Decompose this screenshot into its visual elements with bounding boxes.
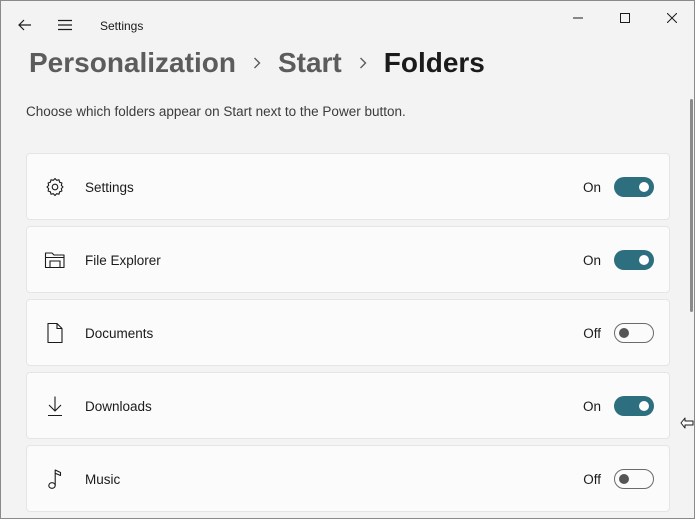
- breadcrumb-personalization[interactable]: Personalization: [29, 47, 236, 79]
- toggle-knob: [619, 328, 629, 338]
- title-bar: Settings: [1, 1, 694, 49]
- toggle-knob: [619, 474, 629, 484]
- toggle-state-label: Off: [583, 326, 601, 341]
- settings-window: Settings Personalization Start Folders C…: [0, 0, 695, 519]
- folder-row-music: Music Off: [26, 445, 670, 512]
- downloads-toggle[interactable]: [614, 396, 654, 416]
- close-button[interactable]: [649, 1, 694, 35]
- folder-row-documents: Documents Off: [26, 299, 670, 366]
- chevron-right-icon: [253, 57, 261, 69]
- file-explorer-toggle[interactable]: [614, 250, 654, 270]
- folder-label: File Explorer: [85, 253, 161, 268]
- toggle-state-label: On: [582, 253, 601, 268]
- folder-label: Settings: [85, 180, 134, 195]
- folder-label: Downloads: [85, 399, 152, 414]
- download-icon: [44, 395, 66, 417]
- music-toggle[interactable]: [614, 469, 654, 489]
- page-description: Choose which folders appear on Start nex…: [26, 104, 406, 119]
- navigation-menu-button[interactable]: [53, 13, 77, 37]
- settings-toggle[interactable]: [614, 177, 654, 197]
- folder-label: Music: [85, 472, 121, 487]
- folder-row-settings: Settings On: [26, 153, 670, 220]
- back-arrow-icon: [18, 19, 31, 31]
- toggle-state-label: On: [582, 399, 601, 414]
- folder-icon: [44, 249, 66, 271]
- back-button[interactable]: [13, 13, 37, 37]
- breadcrumb: Personalization Start Folders: [29, 47, 485, 79]
- music-note-icon: [44, 468, 66, 490]
- maximize-button[interactable]: [602, 1, 648, 35]
- minimize-icon: [573, 17, 583, 19]
- scrollbar-thumb[interactable]: [690, 99, 693, 312]
- breadcrumb-start[interactable]: Start: [278, 47, 342, 79]
- minimize-button[interactable]: [555, 1, 601, 35]
- documents-toggle[interactable]: [614, 323, 654, 343]
- close-icon: [667, 13, 677, 23]
- resize-cursor-icon: [680, 417, 694, 429]
- toggle-state-label: Off: [583, 472, 601, 487]
- app-title: Settings: [100, 19, 144, 33]
- hamburger-icon: [58, 19, 72, 31]
- folder-list: Settings On File Explorer On Documents O…: [26, 153, 670, 518]
- chevron-right-icon: [359, 57, 367, 69]
- folder-label: Documents: [85, 326, 154, 341]
- toggle-knob: [639, 182, 649, 192]
- gear-icon: [44, 176, 66, 198]
- toggle-state-label: On: [582, 180, 601, 195]
- toggle-knob: [639, 255, 649, 265]
- toggle-knob: [639, 401, 649, 411]
- breadcrumb-folders: Folders: [383, 47, 485, 78]
- document-icon: [44, 322, 66, 344]
- maximize-icon: [620, 13, 630, 23]
- folder-row-downloads: Downloads On: [26, 372, 670, 439]
- folder-row-file-explorer: File Explorer On: [26, 226, 670, 293]
